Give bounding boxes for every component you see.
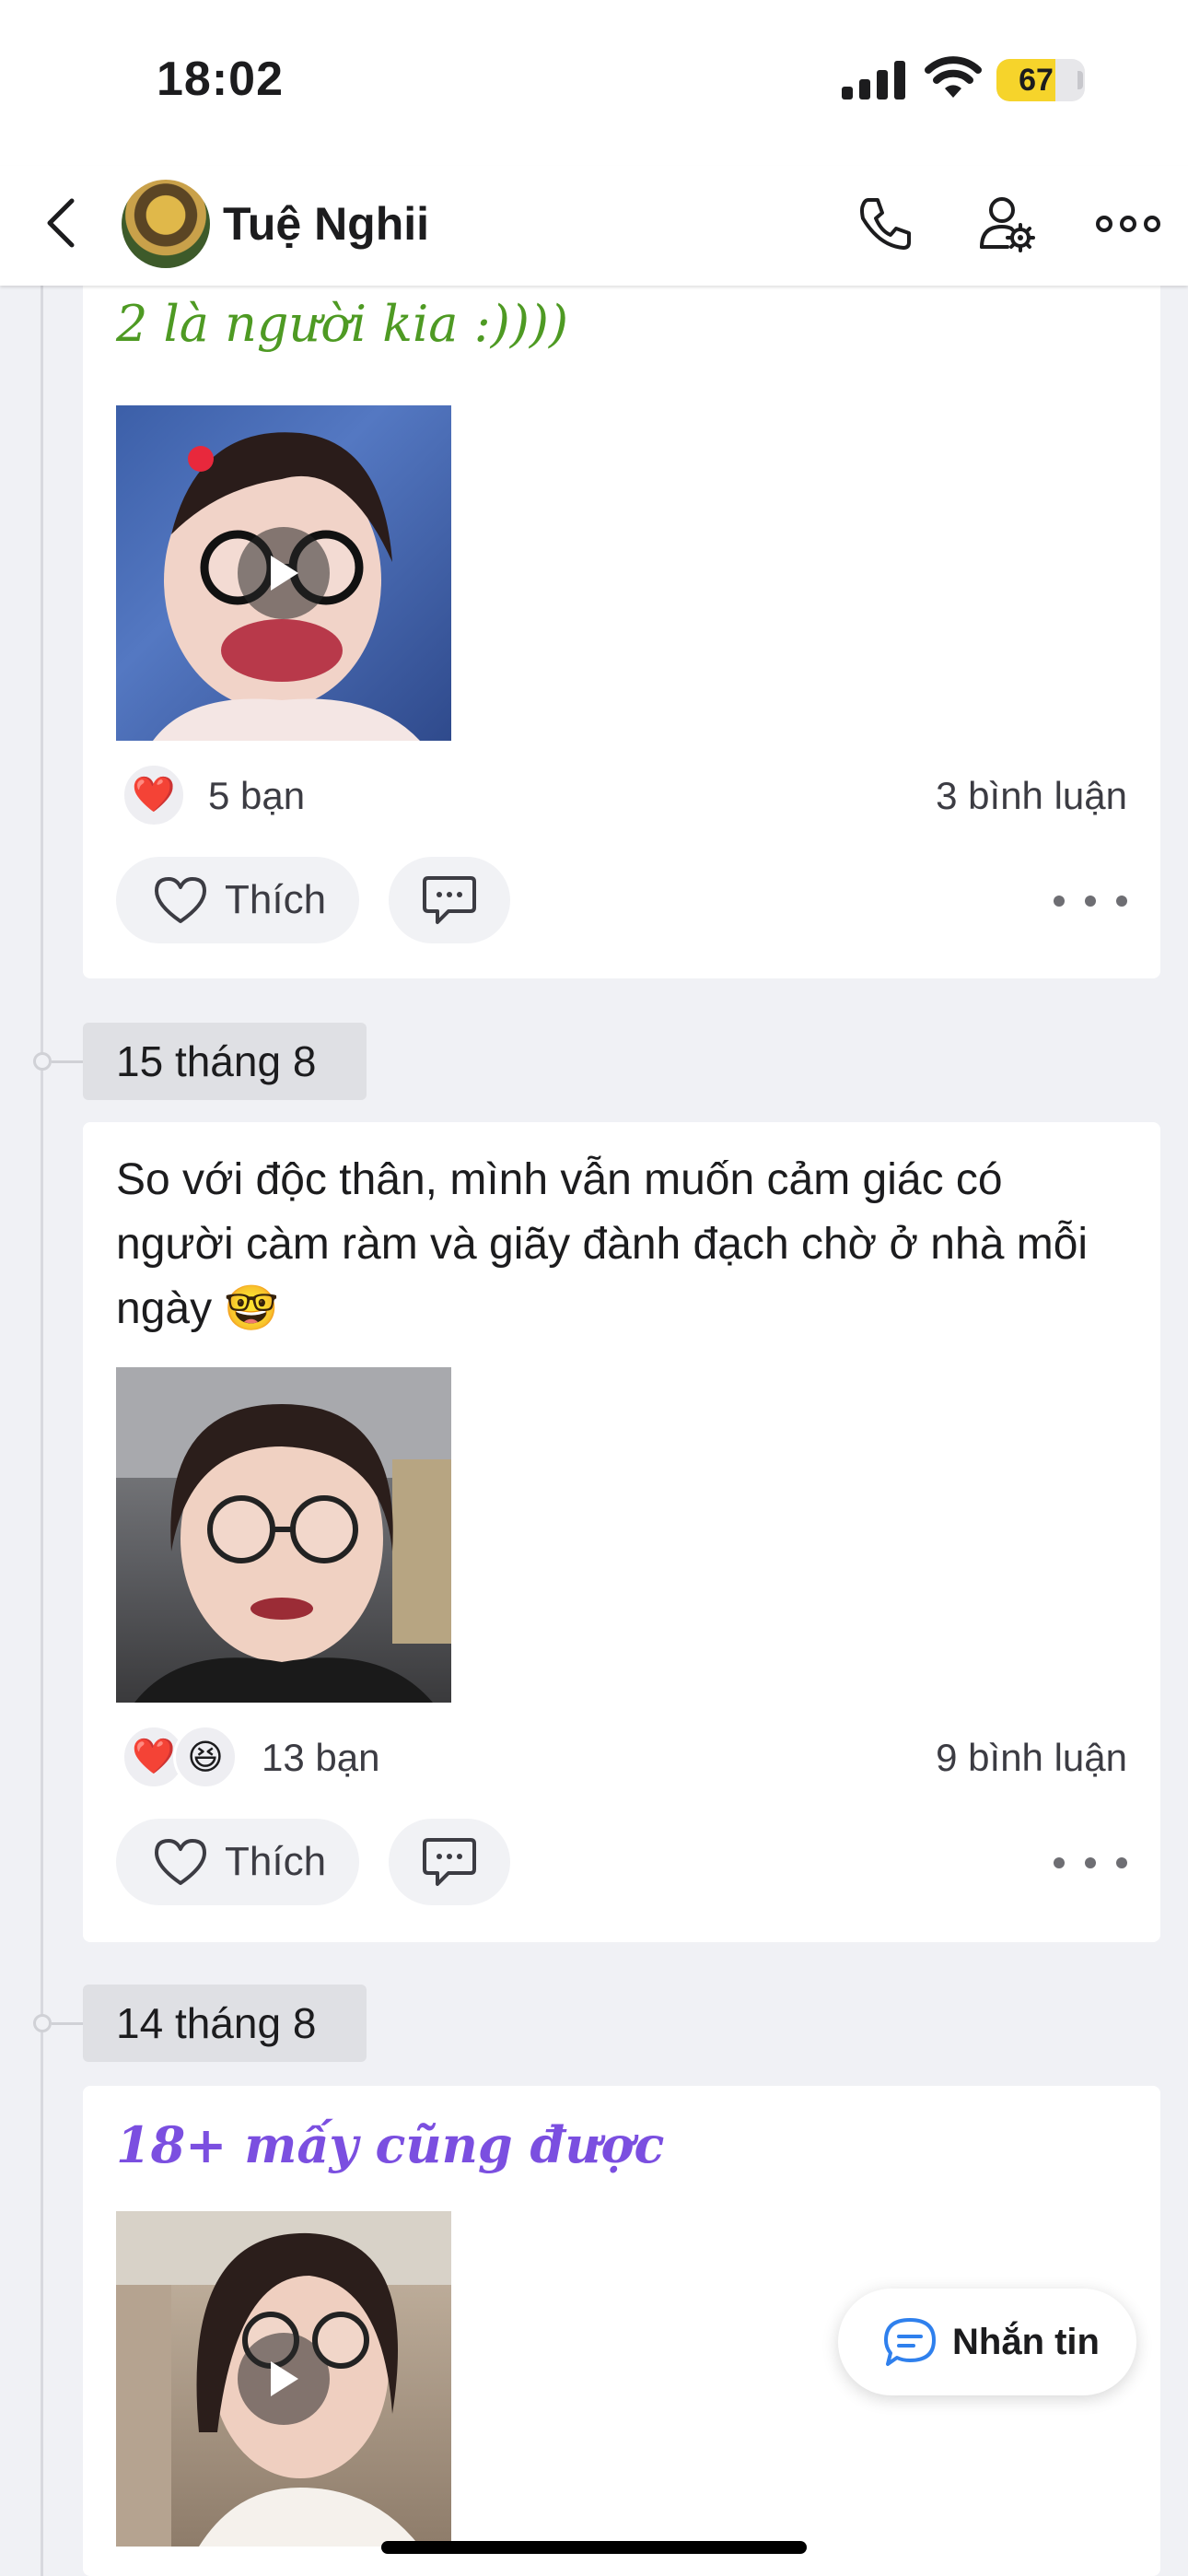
post-text: So với độc thân, mình vẫn muốn cảm giác … [116, 1155, 1089, 1333]
avatar[interactable] [122, 180, 210, 268]
comment-count[interactable]: 9 bình luận [936, 1736, 1127, 1780]
play-icon [271, 2361, 298, 2396]
call-button[interactable] [845, 184, 925, 263]
dot [1054, 1857, 1065, 1868]
play-button[interactable] [238, 2333, 330, 2425]
post-video-thumbnail[interactable] [116, 2211, 451, 2547]
comment-button[interactable] [389, 1819, 510, 1905]
more-horizontal-icon [1096, 216, 1160, 232]
timeline-line [41, 286, 43, 2576]
battery-percent: 67 [1019, 63, 1054, 98]
like-label: Thích [225, 877, 327, 922]
like-label: Thích [225, 1839, 327, 1884]
photo-image [116, 1367, 451, 1703]
like-button[interactable]: Thích [116, 1819, 359, 1905]
post-more-button[interactable] [1054, 883, 1127, 919]
profile-name[interactable]: Tuệ Nghii [223, 197, 429, 251]
like-button[interactable]: Thích [116, 857, 359, 943]
cellular-signal-icon [842, 61, 905, 100]
post-photo[interactable] [116, 1367, 451, 1703]
timeline-tick [52, 1060, 83, 1063]
timeline-dot [33, 1052, 52, 1071]
message-button-label: Nhắn tin [952, 2321, 1100, 2362]
date-chip: 14 tháng 8 [83, 1985, 367, 2062]
dot [1085, 896, 1096, 907]
laugh-reaction-icon: 😆 [173, 1725, 238, 1789]
heart-outline-icon [155, 877, 206, 923]
date-chip: 15 tháng 8 [83, 1023, 367, 1100]
post-caption: 18+ mấy cũng được [116, 2115, 665, 2174]
profile-header: Tuệ Nghii [0, 166, 1188, 286]
user-settings-icon [980, 197, 1035, 252]
dot [1085, 1857, 1096, 1868]
heart-outline-icon [155, 1839, 206, 1885]
chat-bubble-icon [884, 2318, 936, 2366]
post-card: So với độc thân, mình vẫn muốn cảm giác … [83, 1122, 1160, 1942]
back-chevron-icon [47, 198, 75, 248]
message-button[interactable]: Nhắn tin [838, 2289, 1136, 2395]
home-indicator[interactable] [381, 2541, 807, 2554]
reaction-count[interactable]: 13 bạn [262, 1736, 379, 1780]
play-button[interactable] [238, 527, 330, 619]
heart-reaction-icon: ❤️ [122, 763, 186, 827]
status-time: 18:02 [157, 53, 284, 106]
post-video-thumbnail[interactable] [116, 405, 451, 741]
play-icon [271, 556, 298, 591]
battery-indicator: 67 [996, 59, 1085, 101]
dot [1054, 896, 1065, 907]
dot [1116, 896, 1127, 907]
phone-icon [860, 198, 911, 250]
back-button[interactable] [28, 186, 92, 260]
profile-settings-button[interactable] [967, 184, 1046, 263]
comment-bubble-icon [423, 876, 476, 924]
wifi-icon [925, 56, 982, 98]
timeline-tick [52, 2022, 83, 2025]
reaction-count[interactable]: 5 bạn [208, 774, 305, 818]
more-options-button[interactable] [1089, 184, 1168, 263]
battery-tip [1077, 71, 1083, 89]
comment-count[interactable]: 3 bình luận [936, 774, 1127, 818]
post-caption: 2 là người kia :)))) [116, 295, 569, 353]
dot [1116, 1857, 1127, 1868]
post-card: 2 là người kia :)))) ❤️ 5 bạn 3 bình luậ… [83, 276, 1160, 978]
post-more-button[interactable] [1054, 1844, 1127, 1881]
comment-button[interactable] [389, 857, 510, 943]
timeline-dot [33, 2014, 52, 2032]
status-bar: 18:02 67 [0, 0, 1188, 166]
comment-bubble-icon [423, 1838, 476, 1886]
